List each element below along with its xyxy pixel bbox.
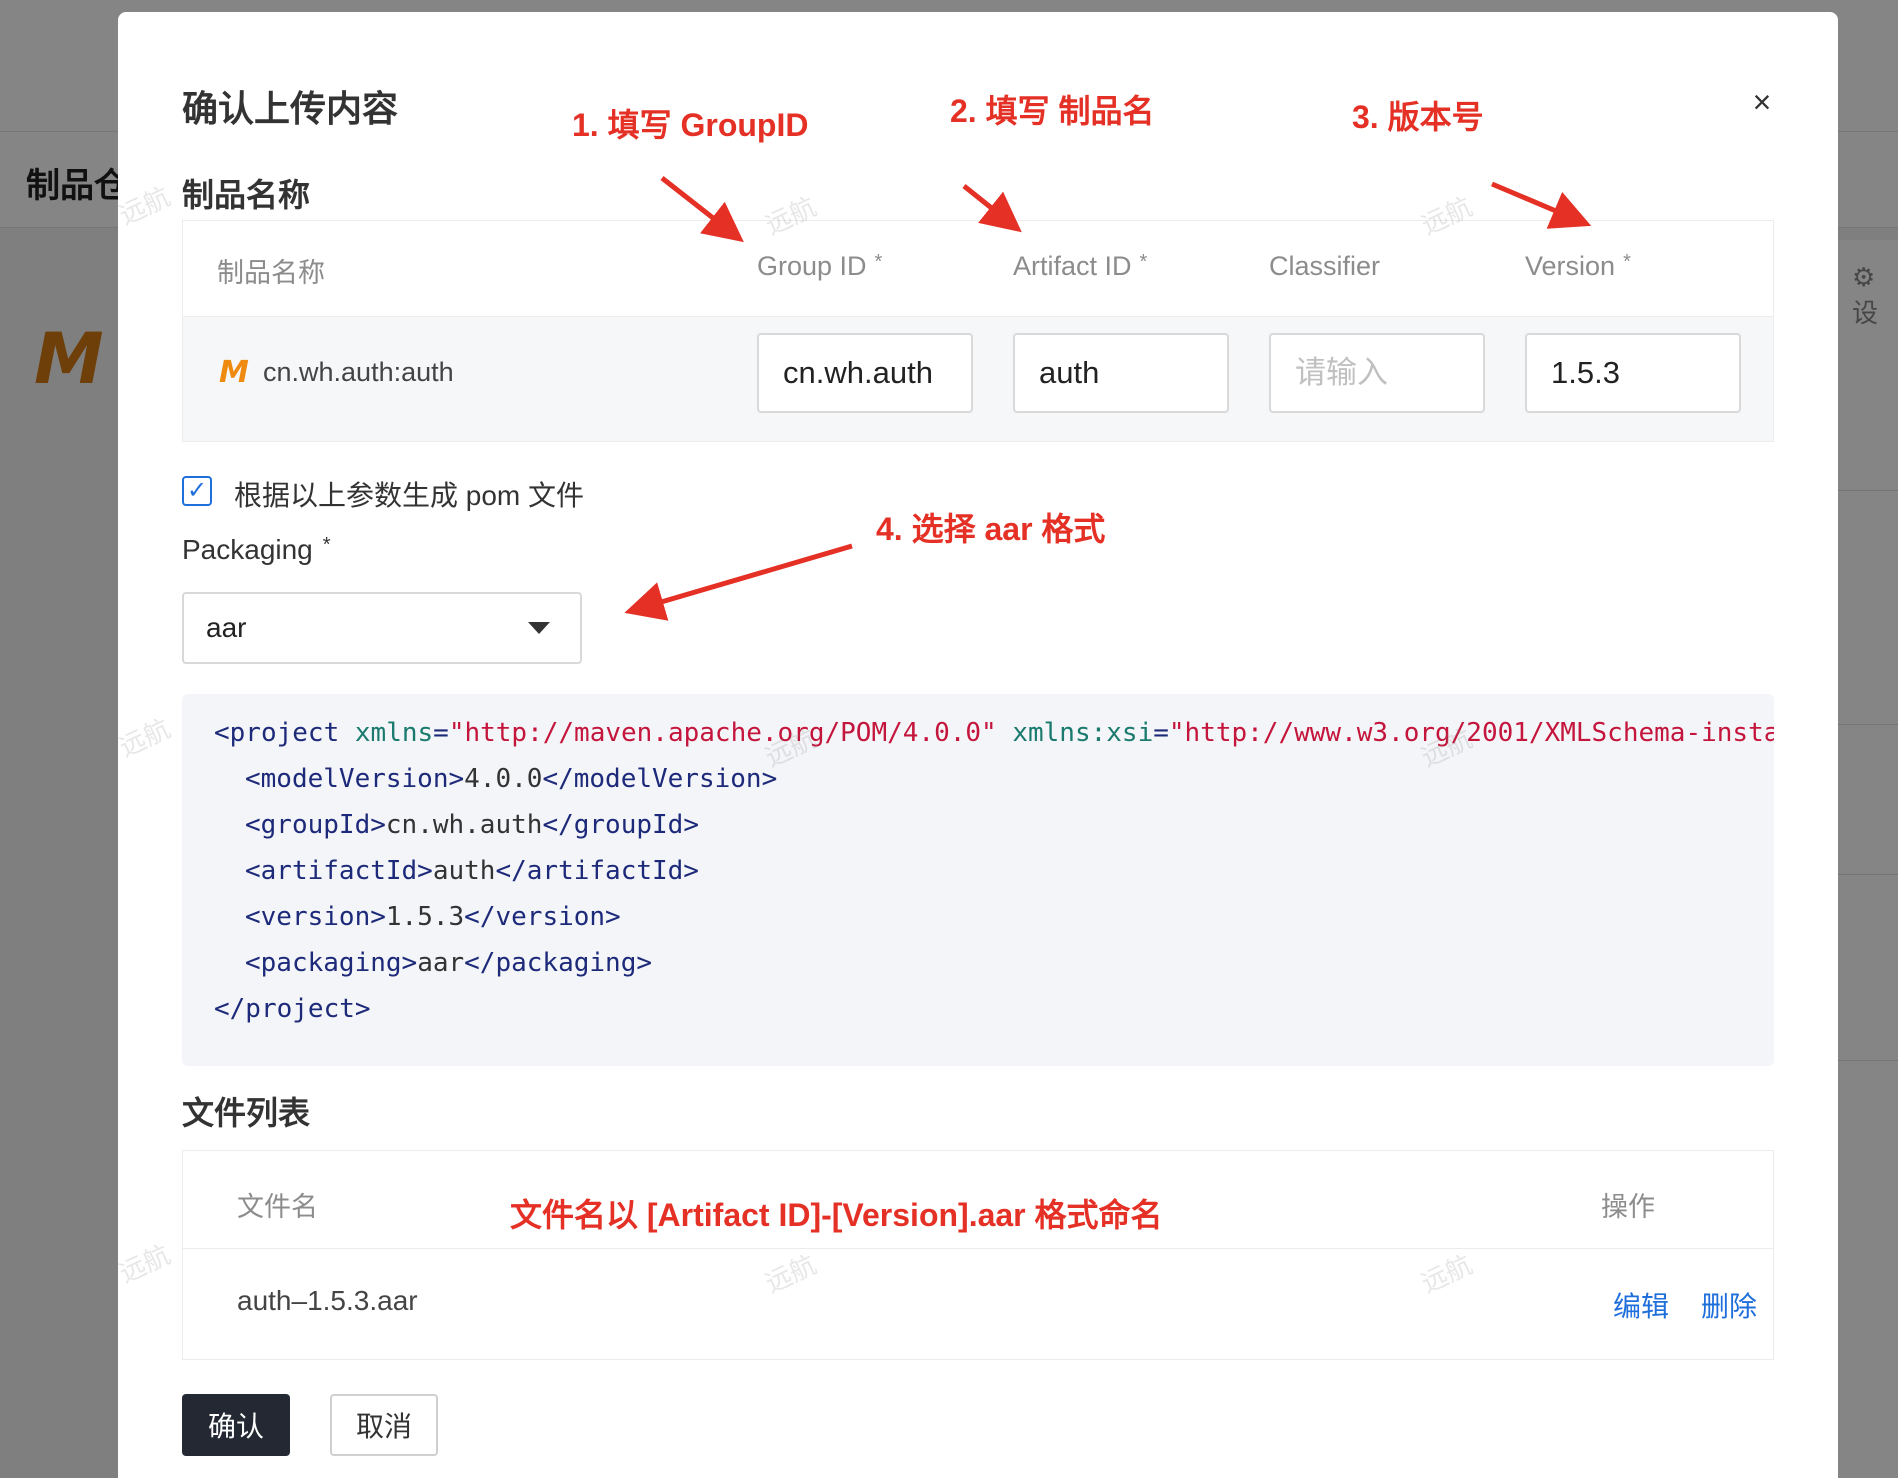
code-tag: <packaging> (245, 948, 418, 978)
version-input[interactable] (1525, 333, 1741, 413)
artifact-section-title: 制品名称 (182, 177, 311, 213)
packaging-label-text: Packaging (182, 534, 313, 565)
code-text: cn.wh.auth (385, 810, 543, 840)
code-tag: </groupId> (542, 810, 699, 840)
column-header-file-name: 文件名 (237, 1192, 318, 1222)
close-icon[interactable]: × (1742, 82, 1782, 122)
code-tag: </packaging> (464, 948, 652, 978)
file-section-title: 文件列表 (182, 1095, 311, 1131)
packaging-label: Packaging * (182, 534, 331, 566)
artifact-coordinate: cn.wh.auth:auth (263, 357, 454, 387)
credit-watermark: CSDN @ClassOps (1604, 1422, 1797, 1478)
code-text: 4.0.0 (464, 764, 543, 794)
code-tag: <version> (245, 902, 386, 932)
cancel-button[interactable]: 取消 (330, 1394, 438, 1456)
annotation-step-2: 2. 填写 制品名 (950, 93, 1155, 129)
maven-logo-icon: M (219, 355, 249, 390)
caret-down-icon (528, 622, 550, 634)
column-header-classifier: Classifier (1269, 251, 1381, 281)
code-tag: <modelVersion> (245, 764, 465, 794)
annotation-file-naming: 文件名以 [Artifact ID]-[Version].aar 格式命名 (510, 1197, 1163, 1233)
column-header-artifact-id: Artifact ID * (1013, 251, 1147, 282)
code-line: </project> (214, 994, 371, 1024)
code-tag: </version> (464, 902, 621, 932)
generate-pom-checkbox[interactable]: ✓ (182, 476, 212, 506)
code-attr: xmlns:xsi (996, 718, 1154, 748)
column-header-actions: 操作 (1601, 1192, 1655, 1222)
code-text: auth (432, 856, 496, 886)
file-table: 文件名 操作 auth–1.5.3.aar 编辑 删除 (182, 1150, 1774, 1360)
required-mark: * (1139, 251, 1148, 273)
artifact-table: 制品名称 Group ID * Artifact ID * Classifier V… (182, 220, 1774, 442)
artifact-table-header: 制品名称 Group ID * Artifact ID * Classifier V… (183, 221, 1773, 317)
code-tag: <project (214, 718, 340, 748)
code-eq: = (433, 718, 449, 748)
required-mark: * (874, 251, 883, 273)
code-line: <groupId>cn.wh.auth</groupId> (245, 810, 699, 840)
code-line: <project xmlns="http://maven.apache.org/… (214, 718, 1774, 748)
column-header-group-id: Group ID * (757, 251, 882, 282)
classifier-input[interactable] (1269, 333, 1485, 413)
column-header-version: Version * (1525, 251, 1631, 282)
annotation-step-4: 4. 选择 aar 格式 (876, 511, 1106, 547)
column-header-name: 制品名称 (217, 258, 325, 288)
artifact-id-input[interactable] (1013, 333, 1229, 413)
column-header-version-label: Version (1525, 251, 1616, 281)
column-header-group-id-label: Group ID (757, 251, 867, 281)
required-mark: * (1623, 251, 1631, 273)
packaging-select[interactable]: aar (182, 592, 582, 664)
annotation-step-1: 1. 填写 GroupID (572, 107, 809, 143)
packaging-selected-value: aar (206, 612, 247, 643)
code-line: <version>1.5.3</version> (245, 902, 621, 932)
code-tag: <groupId> (245, 810, 386, 840)
code-attr: xmlns (339, 718, 434, 748)
artifact-row: M cn.wh.auth:auth (183, 317, 1773, 441)
code-text: aar (417, 948, 465, 978)
modal-title: 确认上传内容 (182, 88, 399, 129)
group-id-input[interactable] (757, 333, 973, 413)
code-line: <modelVersion>4.0.0</modelVersion> (245, 764, 777, 794)
pom-code-block: <project xmlns="http://maven.apache.org/… (182, 694, 1774, 1066)
file-name: auth–1.5.3.aar (237, 1285, 418, 1316)
edit-file-link[interactable]: 编辑 (1613, 1285, 1669, 1325)
confirm-button[interactable]: 确认 (182, 1394, 290, 1456)
upload-confirm-modal: 确认上传内容 × 制品名称 制品名称 Group ID * Artifact ID… (118, 12, 1838, 1478)
code-line: <packaging>aar</packaging> (245, 948, 652, 978)
delete-file-link[interactable]: 删除 (1701, 1285, 1757, 1325)
code-tag: <artifactId> (245, 856, 433, 886)
required-mark: * (322, 534, 331, 556)
code-text: 1.5.3 (385, 902, 465, 932)
code-tag: </artifactId> (495, 856, 699, 886)
code-string: "http://maven.apache.org/POM/4.0.0" (448, 718, 997, 748)
code-tag: </modelVersion> (542, 764, 778, 794)
column-header-artifact-id-label: Artifact ID (1013, 251, 1132, 281)
generate-pom-label[interactable]: 根据以上参数生成 pom 文件 (234, 474, 584, 514)
code-eq: = (1153, 718, 1169, 748)
annotation-step-3: 3. 版本号 (1352, 99, 1484, 135)
code-line: <artifactId>auth</artifactId> (245, 856, 699, 886)
